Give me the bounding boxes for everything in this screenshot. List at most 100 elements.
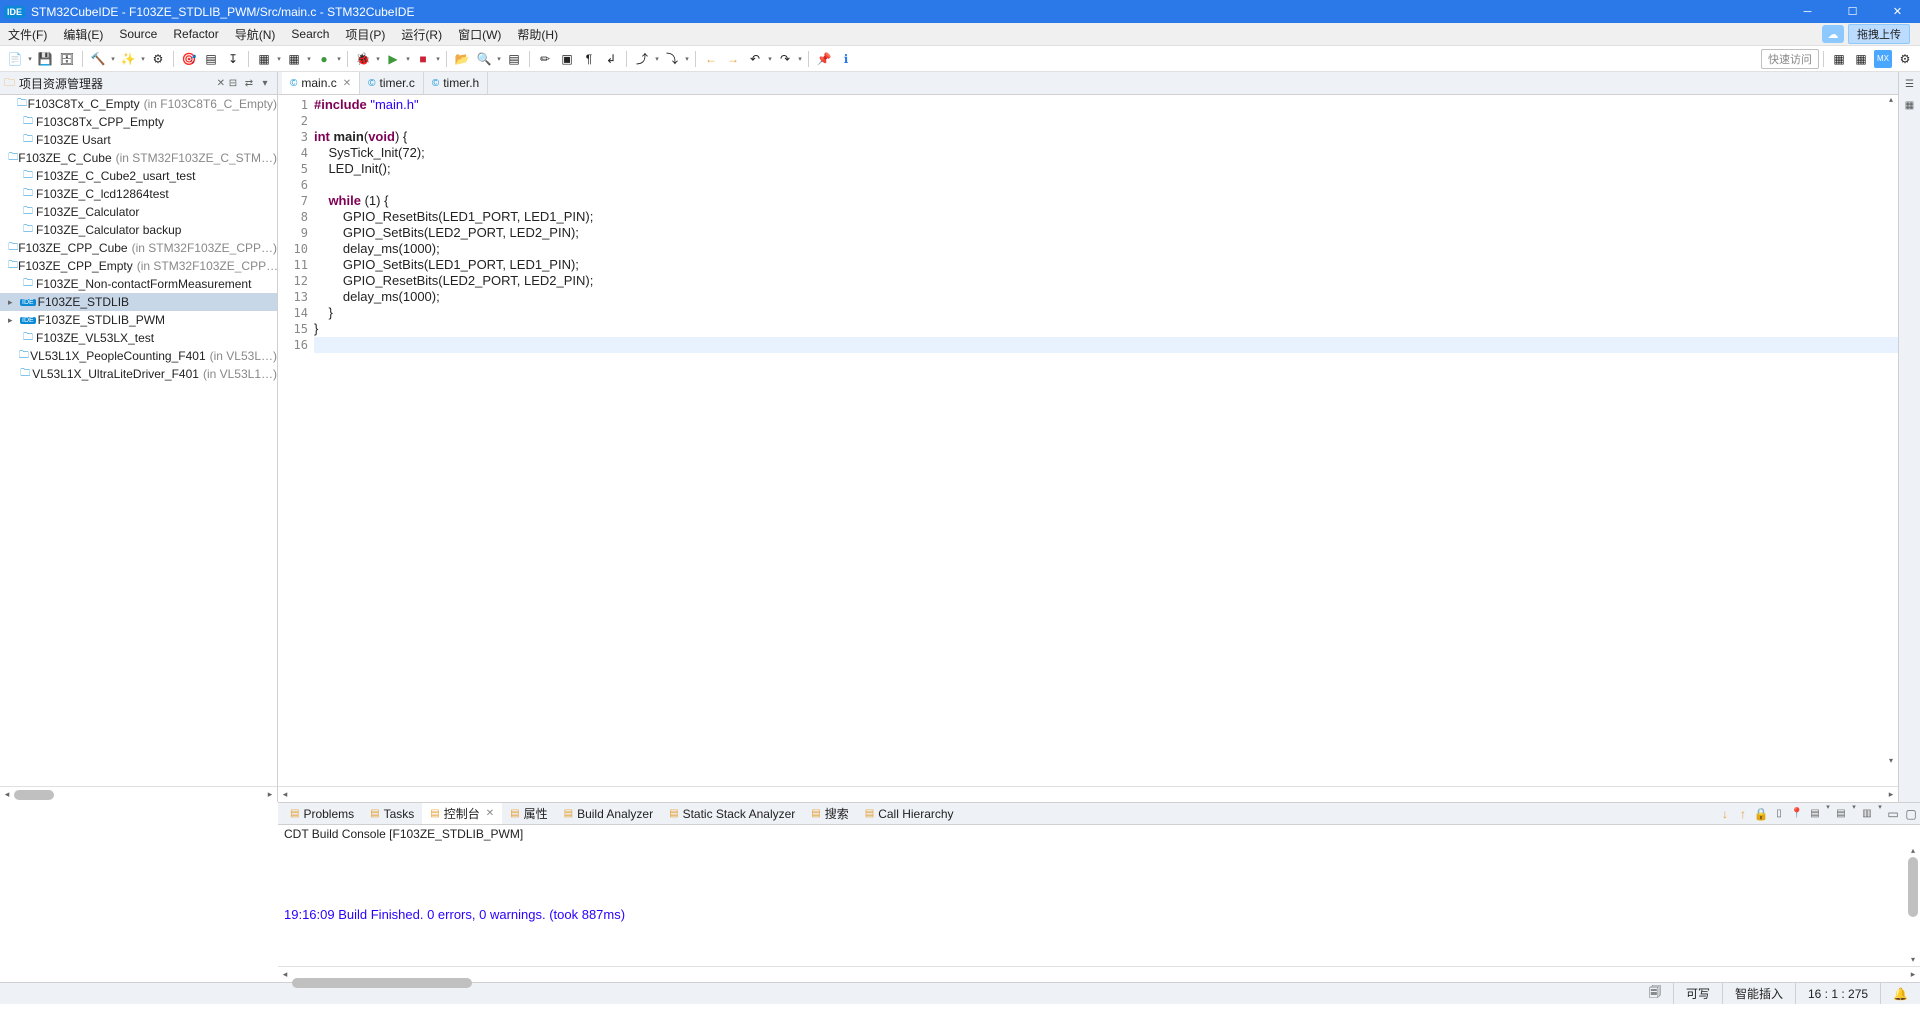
menu-item[interactable]: 项目(P) <box>337 23 393 45</box>
step-icon[interactable]: ↧ <box>224 50 242 68</box>
lock-scroll-icon[interactable] <box>1752 803 1770 824</box>
editor-tab[interactable]: ©main.c✕ <box>282 72 360 94</box>
chip-icon[interactable] <box>255 50 273 68</box>
highlight-icon[interactable]: ✏ <box>536 50 554 68</box>
quick-access-input[interactable]: 快速访问 <box>1761 49 1819 69</box>
scroll-up-icon[interactable]: ▴ <box>1884 95 1898 109</box>
bottom-tab[interactable]: ▤Problems <box>282 803 362 824</box>
target-icon[interactable]: 🎯 <box>180 50 198 68</box>
sfr-icon[interactable]: ▦ <box>285 50 303 68</box>
project-tree-item[interactable]: ▸IDEF103ZE_STDLIB_PWM <box>0 311 277 329</box>
console-content[interactable]: 19:16:09 Build Finished. 0 errors, 0 war… <box>278 843 1920 966</box>
status-updates-icon[interactable]: 🔔 <box>1880 983 1920 1004</box>
menu-item[interactable]: Source <box>111 23 165 45</box>
menu-item[interactable]: 帮助(H) <box>509 23 566 45</box>
project-tree-item[interactable]: 🗀F103C8Tx_CPP_Empty <box>0 113 277 131</box>
project-tree-item[interactable]: 🗀F103ZE_CPP_Empty(in STM32F103ZE_CPP…) <box>0 257 277 275</box>
menu-item[interactable]: 文件(F) <box>0 23 55 45</box>
open-console-icon[interactable] <box>202 50 220 68</box>
sidebar-hscrollbar[interactable]: ◂ ▸ <box>0 786 277 802</box>
maximize-panel-icon[interactable] <box>1902 803 1920 824</box>
menu-item[interactable]: Search <box>283 23 337 45</box>
project-tree-item[interactable]: 🗀F103ZE_Calculator backup <box>0 221 277 239</box>
build-dropdown[interactable]: ▾ <box>109 55 117 63</box>
display-selected-icon[interactable]: ▤ <box>1806 803 1824 824</box>
debug-icon[interactable] <box>354 50 372 68</box>
bottom-tab[interactable]: ▤控制台✕ <box>422 803 502 824</box>
project-tree-item[interactable]: 🗀F103ZE_VL53LX_test <box>0 329 277 347</box>
new-console-icon[interactable]: ▥ <box>1858 803 1876 824</box>
view-menu-icon[interactable]: ▾ <box>257 78 273 89</box>
scroll-left-icon[interactable]: ◂ <box>278 969 292 980</box>
breakpoint-icon[interactable] <box>315 50 333 68</box>
build-all-icon[interactable] <box>119 50 137 68</box>
editor-tab[interactable]: ©timer.h <box>424 72 488 94</box>
wrap-icon[interactable]: ↲ <box>602 50 620 68</box>
new-icon[interactable] <box>6 50 24 68</box>
project-tree-item[interactable]: 🗀F103ZE_Non-contactFormMeasurement <box>0 275 277 293</box>
scroll-right-icon[interactable]: ▸ <box>263 789 277 800</box>
nav-forward-icon[interactable] <box>724 50 742 68</box>
close-tab-icon[interactable]: ✕ <box>343 78 351 89</box>
block-select-icon[interactable]: ▣ <box>558 50 576 68</box>
editor-hscrollbar[interactable]: ◂ ▸ <box>278 786 1898 802</box>
clear-console-icon[interactable]: ▯ <box>1770 803 1788 824</box>
window-maximize-button[interactable]: ☐ <box>1830 0 1875 23</box>
upload-button[interactable]: 拖拽上传 <box>1848 24 1910 44</box>
perspective-c-icon[interactable]: ▦ <box>1830 50 1848 68</box>
window-minimize-button[interactable]: ─ <box>1785 0 1830 23</box>
minimize-panel-icon[interactable] <box>1884 803 1902 824</box>
project-tree-item[interactable]: 🗀F103ZE_C_Cube2_usart_test <box>0 167 277 185</box>
project-tree-item[interactable]: 🗀VL53L1X_PeopleCounting_F401(in VL53L…) <box>0 347 277 365</box>
save-icon[interactable] <box>36 50 54 68</box>
link-editor-icon[interactable]: ⇄ <box>241 78 257 89</box>
code-editor[interactable]: 12345678910111213141516 #include "main.h… <box>278 95 1898 786</box>
status-save-icon[interactable]: 🗐 <box>1637 983 1673 1004</box>
bottom-tab[interactable]: ▤Build Analyzer <box>556 803 662 824</box>
prev-annotation-icon[interactable] <box>633 50 651 68</box>
expand-icon[interactable]: ▸ <box>8 315 20 326</box>
scroll-right-icon[interactable]: ▸ <box>1906 969 1920 980</box>
bottom-tab[interactable]: ▤Static Stack Analyzer <box>661 803 803 824</box>
scroll-up-icon[interactable] <box>1734 803 1752 824</box>
info-icon[interactable] <box>837 50 855 68</box>
close-tab-icon[interactable]: ✕ <box>486 808 494 819</box>
debug-dropdown[interactable]: ▾ <box>374 55 382 63</box>
pin-editor-icon[interactable] <box>815 50 833 68</box>
project-tree-item[interactable]: 🗀F103ZE_C_Cube(in STM32F103ZE_C_STM…) <box>0 149 277 167</box>
bottom-tab[interactable]: ▤Tasks <box>362 803 422 824</box>
project-tree-item[interactable]: 🗀F103ZE_CPP_Cube(in STM32F103ZE_CPP…) <box>0 239 277 257</box>
scroll-down-icon[interactable]: ▾ <box>1906 952 1920 966</box>
menu-item[interactable]: 编辑(E) <box>55 23 111 45</box>
project-tree-item[interactable]: 🗀F103ZE_C_lcd12864test <box>0 185 277 203</box>
open-console-icon[interactable]: ▤ <box>1832 803 1850 824</box>
expand-icon[interactable]: ▸ <box>8 297 20 308</box>
run-icon[interactable] <box>384 50 402 68</box>
cloud-upload-icon[interactable]: ☁ <box>1822 25 1844 43</box>
project-tree-item[interactable]: ▸IDEF103ZE_STDLIB <box>0 293 277 311</box>
search-icon[interactable] <box>475 50 493 68</box>
panel-close-icon[interactable]: ✕ <box>217 78 225 89</box>
menu-item[interactable]: 窗口(W) <box>450 23 509 45</box>
redo-icon[interactable] <box>776 50 794 68</box>
build-targets-icon[interactable]: ▦ <box>1901 97 1918 114</box>
nav-back-icon[interactable] <box>702 50 720 68</box>
open-type-icon[interactable]: 📂 <box>453 50 471 68</box>
perspective-settings-icon[interactable] <box>1896 50 1914 68</box>
console-vscrollbar[interactable]: ▴ ▾ <box>1906 843 1920 966</box>
scroll-down-icon[interactable]: ▾ <box>1884 756 1898 770</box>
new-dropdown[interactable]: ▾ <box>26 55 34 63</box>
console-hscrollbar[interactable]: ◂ ▸ <box>278 966 1920 982</box>
perspective-mx-icon[interactable]: MX <box>1874 50 1892 68</box>
bottom-tab[interactable]: ▤属性 <box>502 803 555 824</box>
next-annotation-icon[interactable] <box>663 50 681 68</box>
menu-item[interactable]: 运行(R) <box>393 23 450 45</box>
run-dropdown[interactable]: ▾ <box>404 55 412 63</box>
perspective-debug-icon[interactable]: ▦ <box>1852 50 1870 68</box>
stop-icon[interactable] <box>414 50 432 68</box>
last-edit-icon[interactable] <box>746 50 764 68</box>
save-all-icon[interactable] <box>58 50 76 68</box>
outline-icon[interactable]: ☰ <box>1901 76 1918 93</box>
scroll-down-icon[interactable] <box>1716 803 1734 824</box>
scroll-left-icon[interactable]: ◂ <box>0 789 14 800</box>
